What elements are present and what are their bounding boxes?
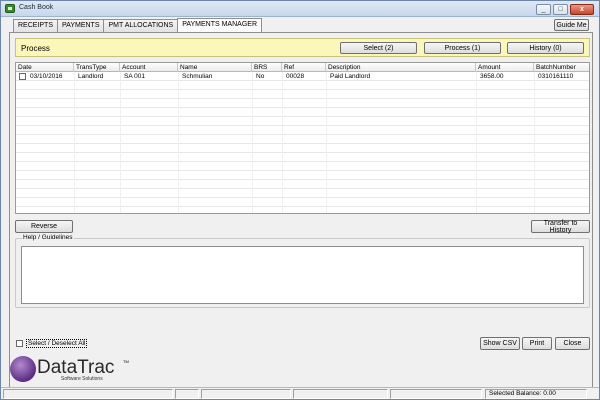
column-header-name[interactable]: Name	[178, 63, 252, 72]
cash-book-window: Cash Book _ □ x RECEIPTS PAYMENTS PMT AL…	[0, 0, 600, 400]
column-header-ref[interactable]: Ref	[282, 63, 326, 72]
grid-column-line	[326, 72, 327, 213]
cell-date: 03/10/2016	[30, 73, 63, 80]
select-all-checkbox[interactable]	[16, 340, 23, 347]
cell-account: SA 001	[124, 73, 145, 80]
cell-amount: 3658.00	[480, 73, 504, 80]
empty-row	[16, 135, 589, 144]
empty-row	[16, 153, 589, 162]
cell-transtype: Landlord	[78, 73, 104, 80]
window-title: Cash Book	[19, 4, 54, 11]
column-header-description[interactable]: Description	[326, 63, 476, 72]
close-button[interactable]: Close	[555, 337, 590, 350]
empty-row	[16, 81, 589, 90]
process-button[interactable]: Process (1)	[424, 42, 501, 54]
column-header-transtype[interactable]: TransType	[74, 63, 120, 72]
select-deselect-all[interactable]: Select / Deselect All	[16, 339, 88, 348]
help-guidelines-label: Help / Guidelines	[22, 234, 74, 241]
tab-pmt-allocations[interactable]: PMT ALLOCATIONS	[103, 19, 179, 32]
cell-description: Paid Landlord	[330, 73, 371, 80]
empty-row	[16, 108, 589, 117]
column-header-batchnumber[interactable]: BatchNumber	[534, 63, 589, 72]
grid-column-line	[534, 72, 535, 213]
status-segment	[390, 389, 482, 399]
grid-column-line	[74, 72, 75, 213]
tab-strip: RECEIPTS PAYMENTS PMT ALLOCATIONS PAYMEN…	[13, 18, 262, 32]
transfer-to-history-button[interactable]: Transfer to History	[531, 220, 590, 234]
column-header-brs[interactable]: BRS	[252, 63, 282, 72]
process-title: Process	[21, 44, 50, 53]
column-header-amount[interactable]: Amount	[476, 63, 534, 72]
empty-row	[16, 171, 589, 180]
title-bar[interactable]: Cash Book _ □ x	[1, 1, 599, 17]
empty-row	[16, 144, 589, 153]
show-csv-button[interactable]: Show CSV	[480, 337, 520, 350]
status-segment	[293, 389, 388, 399]
cash-book-app-icon	[5, 4, 15, 13]
empty-row	[16, 162, 589, 171]
table-row[interactable]: 03/10/2016 Landlord SA 001 Schmulian No …	[16, 72, 589, 81]
process-bar: Process Select (2) Process (1) History (…	[15, 38, 590, 57]
empty-row	[16, 117, 589, 126]
grid-column-line	[252, 72, 253, 213]
select-all-label[interactable]: Select / Deselect All	[26, 339, 88, 348]
selected-balance: Selected Balance: 0.00	[489, 390, 556, 397]
empty-row	[16, 198, 589, 207]
grid-header: Date TransType Account Name BRS Ref Desc…	[16, 63, 589, 72]
close-window-button[interactable]: x	[570, 4, 594, 15]
grid-column-line	[282, 72, 283, 213]
reverse-button[interactable]: Reverse	[15, 220, 73, 233]
maximize-button[interactable]: □	[553, 4, 568, 15]
logo-subtitle: Software Solutions	[61, 376, 103, 382]
tab-receipts[interactable]: RECEIPTS	[13, 19, 59, 32]
cell-name: Schmulian	[182, 73, 213, 80]
logo-circle-icon	[10, 356, 36, 382]
datatrac-logo: DataTrac TM Software Solutions	[9, 356, 129, 384]
grid-column-line	[476, 72, 477, 213]
minimize-button[interactable]: _	[536, 4, 551, 15]
history-button[interactable]: History (0)	[507, 42, 584, 54]
print-button[interactable]: Print	[522, 337, 552, 350]
grid-column-line	[178, 72, 179, 213]
guide-me-button[interactable]: Guide Me	[554, 19, 589, 31]
column-header-date[interactable]: Date	[16, 63, 74, 72]
empty-row	[16, 180, 589, 189]
cell-brs: No	[256, 73, 265, 80]
empty-row	[16, 99, 589, 108]
tab-payments[interactable]: PAYMENTS	[57, 19, 105, 32]
help-guidelines-textarea[interactable]	[21, 246, 584, 304]
empty-row	[16, 189, 589, 198]
row-checkbox[interactable]	[19, 73, 26, 80]
logo-trademark: TM	[123, 359, 129, 364]
payments-grid[interactable]: Date TransType Account Name BRS Ref Desc…	[15, 62, 590, 214]
column-header-account[interactable]: Account	[120, 63, 178, 72]
tab-payments-manager[interactable]: PAYMENTS MANAGER	[177, 18, 262, 32]
status-segment	[201, 389, 291, 399]
select-button[interactable]: Select (2)	[340, 42, 417, 54]
help-guidelines-group: Help / Guidelines	[15, 234, 590, 308]
status-segment	[175, 389, 199, 399]
status-bar: Selected Balance: 0.00	[1, 387, 599, 399]
empty-row	[16, 90, 589, 99]
cell-batchnumber: 0310161110	[538, 73, 574, 80]
grid-column-line	[120, 72, 121, 213]
empty-row	[16, 126, 589, 135]
status-segment	[3, 389, 173, 399]
cell-ref: 00028	[286, 73, 305, 80]
